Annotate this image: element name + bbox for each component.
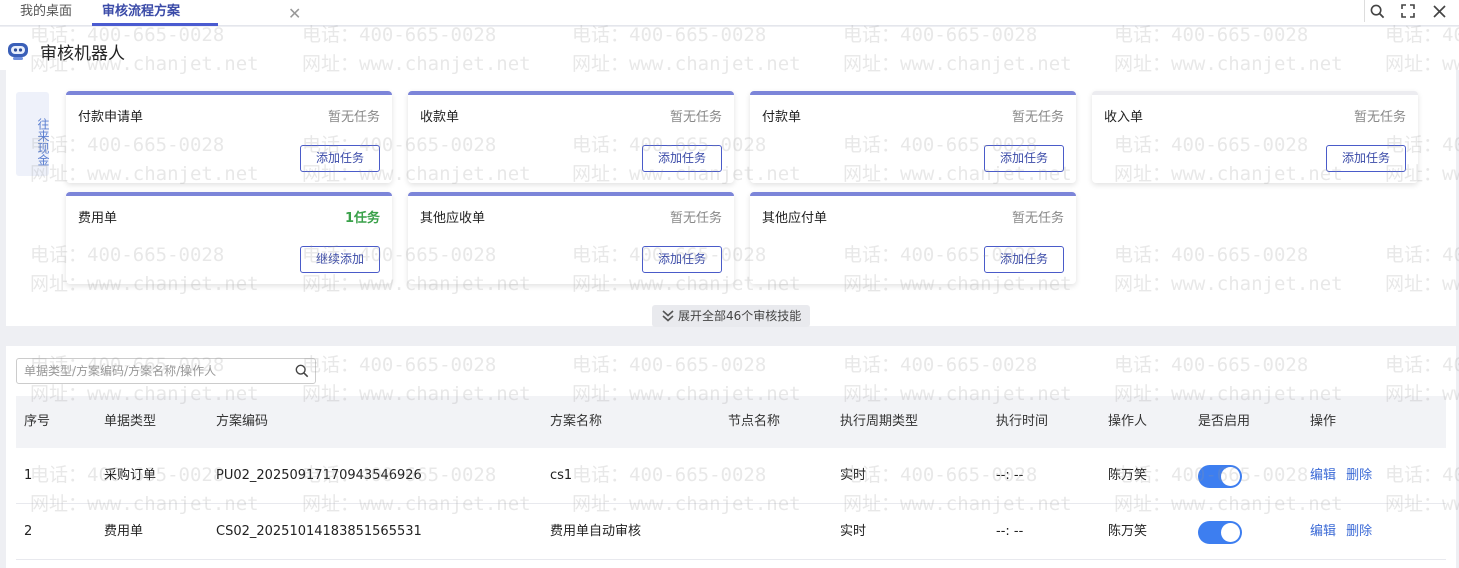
row-seq: 1 xyxy=(24,468,33,483)
edit-link[interactable]: 编辑 xyxy=(1310,468,1336,483)
enable-toggle[interactable] xyxy=(1198,521,1242,544)
skill-card-other-receivable: 其他应收单 暂无任务 添加任务 xyxy=(408,192,734,284)
card-status: 暂无任务 xyxy=(327,110,380,125)
toggle-knob xyxy=(1221,467,1240,486)
card-status: 暂无任务 xyxy=(1353,110,1406,125)
card-name: 费用单 xyxy=(78,211,118,226)
table-row: 2 费用单 CS02_20251014183851565531 费用单自动审核 … xyxy=(16,504,1446,560)
search-icon[interactable] xyxy=(295,364,309,382)
card-status: 暂无任务 xyxy=(1011,110,1064,125)
card-name: 付款申请单 xyxy=(78,110,144,125)
enable-toggle[interactable] xyxy=(1198,465,1242,488)
card-name: 付款单 xyxy=(762,110,802,125)
row-operator: 陈万笑 xyxy=(1108,468,1148,483)
card-status: 暂无任务 xyxy=(1011,211,1064,226)
row-scheme-name: cs1 xyxy=(550,468,573,483)
add-task-button[interactable]: 添加任务 xyxy=(984,145,1064,172)
search-input[interactable] xyxy=(17,359,287,383)
column-header: 单据类型 xyxy=(104,414,157,429)
row-cycle-type: 实时 xyxy=(840,524,867,539)
card-name: 其他应付单 xyxy=(762,211,828,226)
column-header: 方案名称 xyxy=(550,414,603,429)
card-name: 收入单 xyxy=(1104,110,1144,125)
tab-bar: 我的桌面 审核流程方案 ✕ xyxy=(0,0,1459,26)
row-scheme-name: 费用单自动审核 xyxy=(550,524,642,539)
row-scheme-code: PU02_20250917170943546926 xyxy=(216,468,422,483)
row-exec-time: --: -- xyxy=(996,524,1024,539)
column-header: 方案编码 xyxy=(216,414,269,429)
column-header: 执行时间 xyxy=(996,414,1049,429)
column-header: 是否启用 xyxy=(1198,414,1251,429)
fullscreen-icon[interactable] xyxy=(1395,0,1421,22)
tab-close-icon[interactable]: ✕ xyxy=(288,2,301,26)
search-box xyxy=(16,358,316,384)
table-header: 序号 单据类型 方案编码 方案名称 节点名称 执行周期类型 执行时间 操作人 是… xyxy=(16,396,1446,448)
row-actions: 编辑 删除 xyxy=(1310,448,1372,504)
chevron-double-down-icon xyxy=(661,308,675,330)
row-cycle-type: 实时 xyxy=(840,468,867,483)
skill-card-receipt: 收款单 暂无任务 添加任务 xyxy=(408,91,734,183)
row-operator: 陈万笑 xyxy=(1108,524,1148,539)
skill-card-income: 收入单 暂无任务 添加任务 xyxy=(1092,91,1418,183)
continue-add-button[interactable]: 继续添加 xyxy=(300,246,380,273)
add-task-button[interactable]: 添加任务 xyxy=(642,145,722,172)
robot-header: 审核机器人 xyxy=(0,27,1459,70)
expand-all-label: 展开全部46个审核技能 xyxy=(678,309,802,323)
row-actions: 编辑 删除 xyxy=(1310,504,1372,560)
row-scheme-code: CS02_20251014183851565531 xyxy=(216,524,422,539)
skill-card-payment: 付款单 暂无任务 添加任务 xyxy=(750,91,1076,183)
delete-link[interactable]: 删除 xyxy=(1346,468,1372,483)
skill-card-payment-request: 付款申请单 暂无任务 添加任务 xyxy=(66,91,392,183)
column-header: 操作人 xyxy=(1108,414,1148,429)
column-header: 节点名称 xyxy=(728,414,781,429)
scheme-list-panel: 序号 单据类型 方案编码 方案名称 节点名称 执行周期类型 执行时间 操作人 是… xyxy=(6,346,1456,568)
card-name: 收款单 xyxy=(420,110,460,125)
category-label-cash[interactable]: 往来现金 xyxy=(16,92,50,176)
column-header: 操作 xyxy=(1310,414,1337,429)
delete-link[interactable]: 删除 xyxy=(1346,524,1372,539)
table-row: 1 采购订单 PU02_20250917170943546926 cs1 实时 … xyxy=(16,448,1446,504)
robot-icon xyxy=(6,38,30,66)
add-task-button[interactable]: 添加任务 xyxy=(300,145,380,172)
toggle-knob xyxy=(1221,523,1240,542)
card-status: 暂无任务 xyxy=(669,110,722,125)
card-status: 暂无任务 xyxy=(669,211,722,226)
column-header: 执行周期类型 xyxy=(840,414,919,429)
card-name: 其他应收单 xyxy=(420,211,486,226)
tab-audit-flow[interactable]: 审核流程方案 ✕ xyxy=(92,0,301,26)
add-task-button[interactable]: 添加任务 xyxy=(984,246,1064,273)
tab-my-desk[interactable]: 我的桌面 xyxy=(20,0,72,26)
card-status: 1任务 xyxy=(344,211,380,226)
skill-card-expense: 费用单 1任务 继续添加 xyxy=(66,192,392,284)
row-seq: 2 xyxy=(24,524,33,539)
page-title: 审核机器人 xyxy=(40,44,125,64)
tab-audit-flow-label: 审核流程方案 xyxy=(102,4,181,19)
edit-link[interactable]: 编辑 xyxy=(1310,524,1336,539)
add-task-button[interactable]: 添加任务 xyxy=(1326,145,1406,172)
row-doc-type: 采购订单 xyxy=(104,468,157,483)
row-doc-type: 费用单 xyxy=(104,524,144,539)
skill-card-other-payable: 其他应付单 暂无任务 添加任务 xyxy=(750,192,1076,284)
add-task-button[interactable]: 添加任务 xyxy=(642,246,722,273)
expand-all-skills-button[interactable]: 展开全部46个审核技能 xyxy=(652,305,810,327)
search-icon[interactable] xyxy=(1364,0,1390,22)
close-icon[interactable] xyxy=(1426,0,1452,22)
robot-panel: 往来现金 付款申请单 暂无任务 添加任务 收款单 暂无任务 添加任务 付款单 暂… xyxy=(6,70,1456,326)
column-header: 序号 xyxy=(24,414,51,429)
row-exec-time: --: -- xyxy=(996,468,1024,483)
